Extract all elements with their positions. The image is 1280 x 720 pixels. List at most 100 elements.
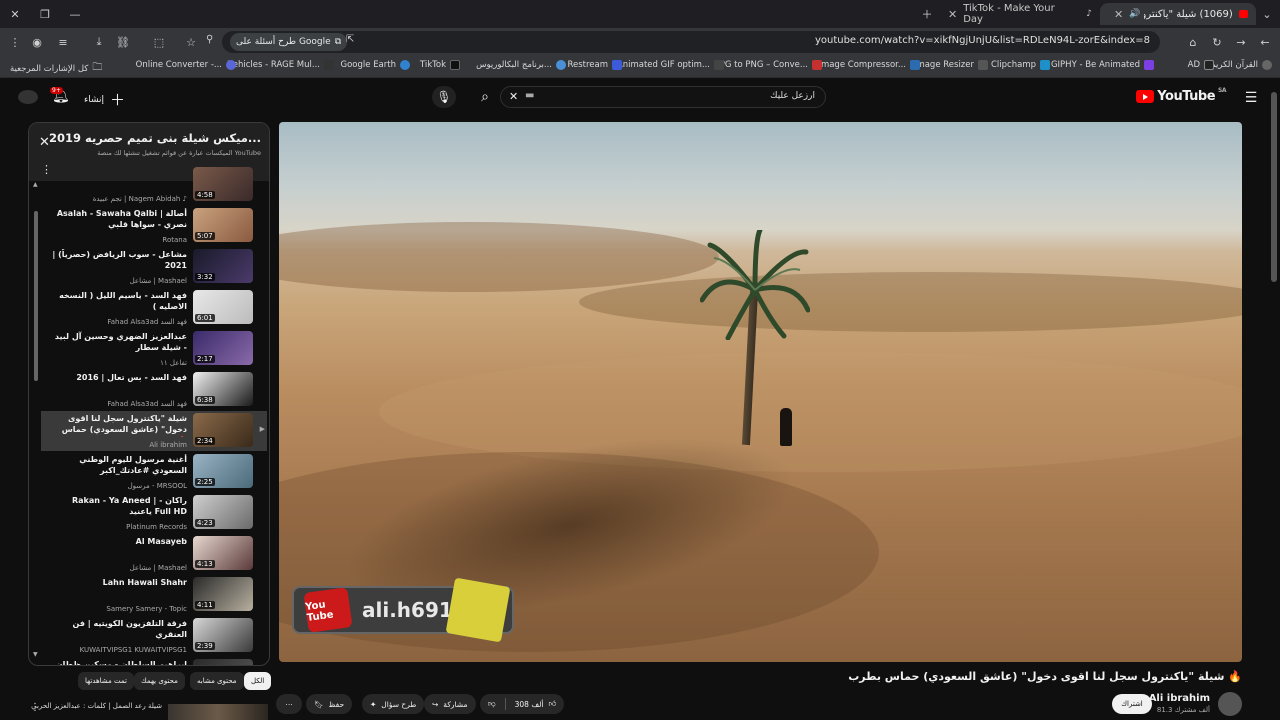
extensions-icon[interactable]: ⬚: [150, 33, 168, 51]
save-button[interactable]: 🔖︎ حفظ: [306, 694, 353, 714]
chip-watched[interactable]: تمت مشاهدتها: [78, 672, 134, 690]
bookmark-item[interactable]: GIPHY - Be Animated: [1051, 60, 1154, 70]
dislike-icon[interactable]: 👎︎: [488, 699, 496, 709]
channel-name[interactable]: Ali ibrahim: [1149, 693, 1210, 704]
playlist-item[interactable]: 2:34 شيلة "ياكنترول سجل لنا اقوى دخول" (ع…: [41, 411, 267, 451]
scroll-down-icon[interactable]: ▼: [33, 651, 38, 658]
playlist-thumbnail[interactable]: 4:58: [193, 167, 253, 201]
related-thumbnail[interactable]: [168, 704, 268, 720]
page-scrollbar[interactable]: [1271, 92, 1277, 282]
like-icon[interactable]: 👍︎: [548, 699, 556, 709]
playlist-item[interactable]: 3:32 مشاعل - سوب الريافض (حصرياً) | 2021 م…: [41, 247, 267, 287]
link-icon[interactable]: ⛓: [114, 33, 132, 51]
playlist-thumbnail[interactable]: 5:07: [193, 208, 253, 242]
reload-icon[interactable]: ↻: [1208, 33, 1226, 51]
profile-icon[interactable]: ◉: [28, 33, 46, 51]
playlist-item[interactable]: 2:17 عبدالعزيز الضهري وحسين آل لبيد - شيل…: [41, 329, 267, 369]
playlist-thumbnail[interactable]: 6:38: [193, 372, 253, 406]
bookmark-item[interactable]: Google Earth: [341, 60, 410, 70]
chip-similar[interactable]: محتوى مشابه: [190, 672, 244, 690]
playlist-item[interactable]: 5:07 Asalah - Sawaha Qalbi | أصالة نصري -…: [41, 206, 267, 246]
address-bar[interactable]: ⚲ طرح أسئلة على Google ⧉ ⇱ youtube.com/w…: [206, 31, 1160, 53]
playlist-item[interactable]: ابراهيم السلطان - مسكين ظطان ( حصرياً ) …: [41, 657, 267, 665]
playlist-thumbnail[interactable]: 4:11: [193, 577, 253, 611]
bookmark-item[interactable]: القرآن الكريم: [1210, 60, 1272, 70]
install-icon[interactable]: ⇱: [346, 34, 354, 45]
home-icon[interactable]: ⌂: [1184, 33, 1202, 51]
tab-search-icon[interactable]: ⌄: [1258, 5, 1276, 23]
download-icon[interactable]: ⤓: [90, 33, 108, 51]
bookmark-item[interactable]: Online Converter -...: [136, 60, 236, 70]
bookmark-favicon-icon: [1040, 60, 1050, 70]
search-icon[interactable]: ⌕: [472, 86, 498, 108]
bookmark-item[interactable]: AD: [1188, 60, 1214, 70]
playlist-item[interactable]: 6:38 فهد السد - بس تعال | 2016 Fahad Alsa3…: [41, 370, 267, 410]
playlist-thumbnail[interactable]: 2:25: [193, 454, 253, 488]
bookmark-star-icon[interactable]: ☆: [182, 33, 200, 51]
ask-button[interactable]: ✦ طرح سؤال: [362, 694, 425, 714]
youtube-logo[interactable]: YouTube SA: [1136, 87, 1226, 104]
tab-youtube[interactable]: ✕ 🔊 (1069) شيلة "ياكنترول سجل: [1100, 3, 1256, 25]
playlist-thumbnail[interactable]: 4:23: [193, 495, 253, 529]
chip-all[interactable]: الكل: [244, 672, 272, 690]
bookmark-item[interactable]: Image Resizer: [914, 60, 988, 70]
menu-icon[interactable]: ⋮: [6, 33, 24, 51]
playlist-scrollbar[interactable]: ▲ ▼: [33, 181, 39, 661]
subscribe-button[interactable]: اشتراك: [1112, 694, 1152, 714]
playlist-thumbnail[interactable]: [193, 659, 253, 665]
ask-google-chip[interactable]: طرح أسئلة على Google ⧉: [230, 33, 348, 51]
playlist-item[interactable]: 2:25 أغنية مرسول لليوم الوطني السعودي #عا…: [41, 452, 267, 492]
microphone-icon[interactable]: 🎙︎: [432, 86, 456, 108]
all-bookmarks[interactable]: كل الإشارات المرجعية 🗀: [10, 60, 102, 77]
related-video[interactable]: ⋮ شيلة رعد الصمل | كلمات : عبدالعزيز الح…: [30, 700, 270, 720]
avatar[interactable]: [18, 90, 38, 104]
playlist-item[interactable]: 4:23 Rakan - Ya Aneed | راكان - ياعنيد Fu…: [41, 493, 267, 533]
bookmark-item[interactable]: Clipchamp: [991, 60, 1050, 70]
back-icon[interactable]: ←: [1256, 33, 1274, 51]
playlist-thumbnail[interactable]: 4:13: [193, 536, 253, 570]
playlist-thumbnail[interactable]: 2:39: [193, 618, 253, 652]
close-tab-icon[interactable]: ✕: [1114, 8, 1123, 21]
playlist-item[interactable]: 2:39 فرقة التلفزيون الكويتيه | فن العنقري…: [41, 616, 267, 656]
forward-icon[interactable]: →: [1232, 33, 1250, 51]
bookmark-item[interactable]: TikTok: [420, 60, 460, 70]
new-tab-icon[interactable]: ＋: [918, 5, 936, 23]
bookmark-item[interactable]: برنامج البكالوريوس...: [476, 60, 566, 70]
playlist-thumbnail[interactable]: 2:17: [193, 331, 253, 365]
channel-avatar[interactable]: [1218, 692, 1242, 716]
bookmark-item[interactable]: Restream: [567, 60, 622, 70]
playlist-item[interactable]: 4:58 نجم عبيدة | Nagem Abidah ♪: [41, 165, 267, 205]
scroll-thumb[interactable]: [34, 211, 38, 381]
keyboard-icon[interactable]: ▬: [525, 90, 534, 101]
bookmark-item[interactable]: Vehicles - RAGE Mul...: [228, 60, 334, 70]
playlist-item-channel: Ali ibrahim: [149, 441, 187, 449]
plus-icon: ＋: [110, 91, 126, 109]
search-input[interactable]: ✕ ▬ ارزعل عليك: [500, 86, 826, 108]
bookmark-item[interactable]: Image Compressor...: [818, 60, 920, 70]
share-button[interactable]: ↪ مشاركة: [424, 694, 476, 714]
restore-window-icon[interactable]: ❐: [36, 5, 54, 23]
bookmark-item[interactable]: JPG to PNG – Conve...: [717, 60, 822, 70]
playlist-item[interactable]: 6:01 فهد السد - ياسيم الليل ( النسخه الاص…: [41, 288, 267, 328]
scroll-up-icon[interactable]: ▲: [33, 181, 38, 188]
tab-tiktok[interactable]: ✕ TikTok - Make Your Day ♪: [942, 3, 1092, 25]
chip-for-you[interactable]: محتوى يهمك: [134, 672, 185, 690]
clear-search-icon[interactable]: ✕: [509, 90, 518, 103]
more-actions-button[interactable]: ⋯: [276, 694, 302, 714]
playlist-thumbnail[interactable]: 2:34: [193, 413, 253, 447]
minimize-window-icon[interactable]: —: [66, 5, 84, 23]
hamburger-menu-icon[interactable]: ☰: [1244, 90, 1258, 106]
playlist-thumbnail[interactable]: 6:01: [193, 290, 253, 324]
reading-list-icon[interactable]: ≡: [54, 33, 72, 51]
create-button[interactable]: إنشاء ＋: [84, 89, 125, 110]
duration-badge: 2:25: [195, 478, 215, 486]
bookmark-item[interactable]: Animated GIF optim...: [617, 60, 724, 70]
close-tab-icon[interactable]: ✕: [948, 8, 957, 21]
playlist-item[interactable]: 4:11 Lahn Hawali Shahr Samery Samery - Top…: [41, 575, 267, 615]
playlist-item-title: Asalah - Sawaha Qalbi | أصالة نصري - سوا…: [56, 209, 187, 229]
playlist-thumbnail[interactable]: 3:32: [193, 249, 253, 283]
zoom-icon[interactable]: ⚲: [206, 34, 213, 45]
close-window-icon[interactable]: ✕: [6, 5, 24, 23]
mute-icon[interactable]: 🔊: [1129, 9, 1140, 19]
playlist-item[interactable]: 4:13 Al Masayeb مشاعل | Mashael: [41, 534, 267, 574]
